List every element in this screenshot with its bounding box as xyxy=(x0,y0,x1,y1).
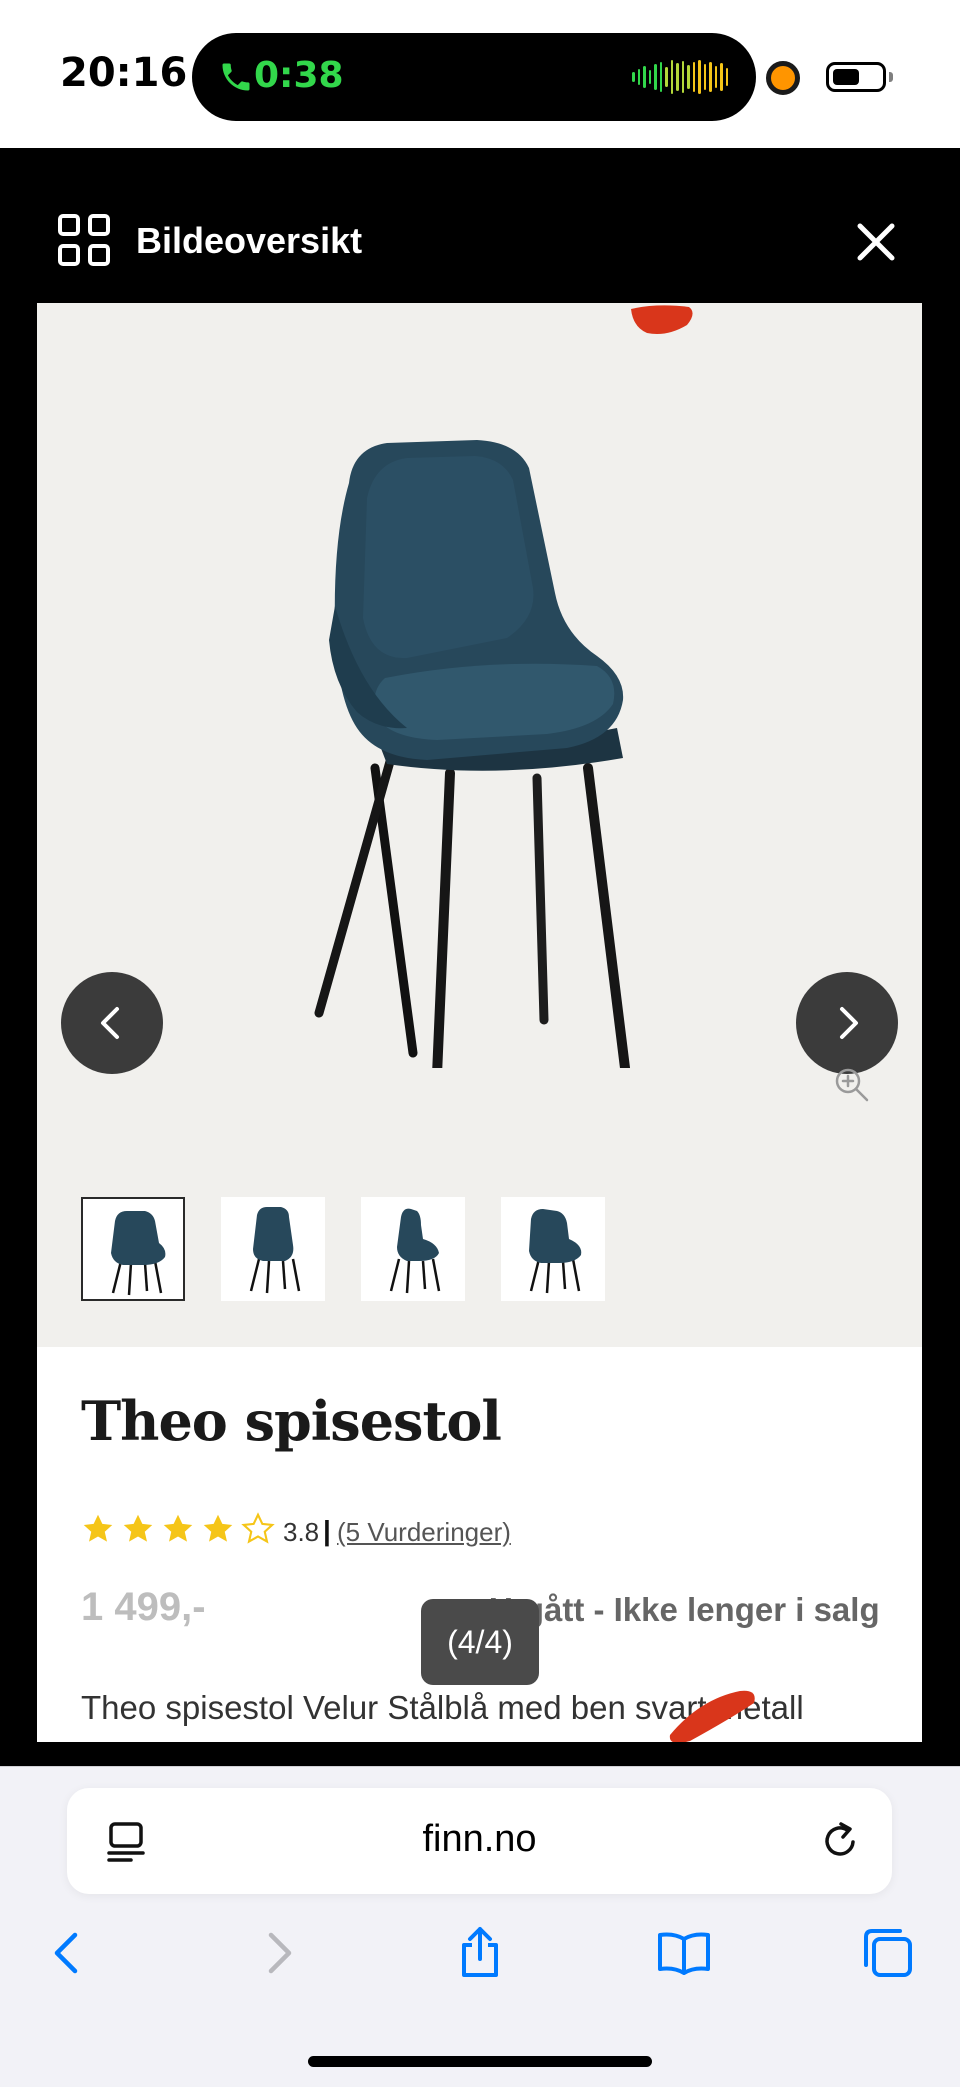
star-filled-icon xyxy=(123,1514,153,1542)
browser-toolbar: finn.no xyxy=(0,1766,960,2087)
image-overview-header: Bildeoversikt xyxy=(0,148,960,303)
forward-icon[interactable] xyxy=(249,1925,305,1981)
address-bar[interactable]: finn.no xyxy=(67,1788,892,1894)
reviews-link[interactable]: (5 Vurderinger) xyxy=(337,1517,511,1548)
zoom-in-icon[interactable] xyxy=(832,1065,872,1105)
battery-icon xyxy=(826,62,886,92)
thumbnail-chair-image xyxy=(111,1211,166,1296)
image-overview-title[interactable]: Bildeoversikt xyxy=(136,220,362,262)
url-text[interactable]: finn.no xyxy=(67,1818,892,1861)
product-image-viewer[interactable] xyxy=(37,303,922,1347)
close-icon[interactable] xyxy=(854,220,898,264)
product-price: 1 499,- xyxy=(81,1585,206,1629)
star-filled-icon xyxy=(203,1514,233,1542)
chevron-right-icon xyxy=(840,1007,858,1039)
battery-level xyxy=(833,69,860,85)
thumbnail-1[interactable] xyxy=(81,1197,185,1301)
previous-image-button[interactable] xyxy=(61,972,163,1074)
thumbnail-chair-image xyxy=(529,1209,582,1294)
image-counter-badge: (4/4) xyxy=(421,1599,539,1685)
status-time: 20:16 xyxy=(60,50,188,96)
back-icon[interactable] xyxy=(41,1925,97,1981)
microphone-indicator-icon xyxy=(766,61,800,95)
home-indicator[interactable] xyxy=(308,2056,652,2067)
dynamic-island[interactable]: 0:38 xyxy=(192,33,756,121)
bookmarks-icon[interactable] xyxy=(656,1925,712,1981)
next-image-button[interactable] xyxy=(796,972,898,1074)
rating-stars xyxy=(79,1511,277,1547)
thumbnail-4[interactable] xyxy=(501,1197,605,1301)
star-filled-icon xyxy=(163,1514,193,1542)
chevron-left-icon xyxy=(101,1007,119,1039)
reload-icon[interactable] xyxy=(817,1818,863,1864)
battery-cap xyxy=(889,72,893,82)
rating-separator: | xyxy=(323,1515,331,1546)
availability-status: Utgått - Ikke lenger i salg xyxy=(489,1591,880,1628)
red-decoration xyxy=(669,1690,755,1742)
thumbnail-chair-image xyxy=(389,1208,441,1294)
star-filled-icon xyxy=(83,1514,113,1542)
call-duration: 0:38 xyxy=(254,55,344,96)
status-bar: 20:16 0:38 xyxy=(0,0,960,148)
audio-waveform-icon xyxy=(632,59,728,95)
thumbnail-chair-image xyxy=(249,1207,301,1294)
red-decoration xyxy=(631,305,693,334)
grid-icon[interactable] xyxy=(58,214,110,266)
star-empty-icon xyxy=(241,1512,275,1544)
phone-icon xyxy=(222,63,250,91)
thumbnail-3[interactable] xyxy=(361,1197,465,1301)
thumbnail-strip xyxy=(81,1197,605,1301)
thumbnail-2[interactable] xyxy=(221,1197,325,1301)
rating-value: 3.8 xyxy=(283,1517,320,1547)
product-title: Theo spisestol xyxy=(81,1389,502,1453)
share-icon[interactable] xyxy=(452,1925,508,1981)
chair-image xyxy=(314,440,630,1068)
tabs-icon[interactable] xyxy=(860,1925,916,1981)
